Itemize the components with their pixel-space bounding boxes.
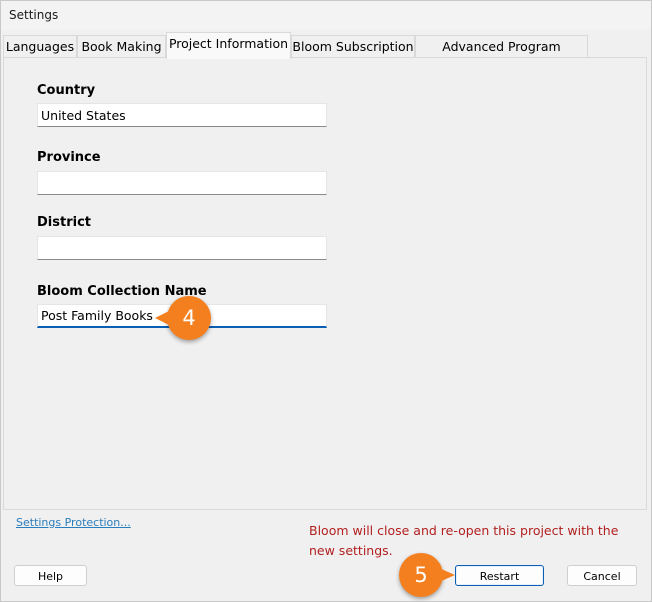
tab-advanced-program-settings[interactable]: Advanced Program Settings [415,35,588,76]
district-field[interactable] [37,236,327,260]
step-5-number: 5 [414,563,428,587]
province-field[interactable] [37,171,327,195]
settings-protection-link[interactable]: Settings Protection... [16,516,131,529]
restart-notice: Bloom will close and re-open this projec… [309,523,619,558]
district-label: District [37,215,91,230]
country-field[interactable] [37,103,327,127]
country-label: Country [37,83,96,98]
step-4-number: 4 [182,306,196,330]
tab-bloom-subscription[interactable]: Bloom Subscription [291,35,415,57]
step-4-callout: 4 [155,296,211,340]
province-label: Province [37,150,101,165]
title-bar: Settings [0,0,652,30]
tab-project-information[interactable]: Project Information [166,32,291,59]
tab-languages[interactable]: Languages [3,35,77,57]
step-5-callout: 5 [399,553,455,597]
callout-pointer-icon [439,568,455,582]
callout-pointer-icon [155,311,169,325]
window-title: Settings [9,8,59,22]
tab-book-making[interactable]: Book Making [77,35,166,57]
restart-button[interactable]: Restart [455,565,544,586]
help-button[interactable]: Help [14,565,87,586]
cancel-button[interactable]: Cancel [567,565,637,586]
